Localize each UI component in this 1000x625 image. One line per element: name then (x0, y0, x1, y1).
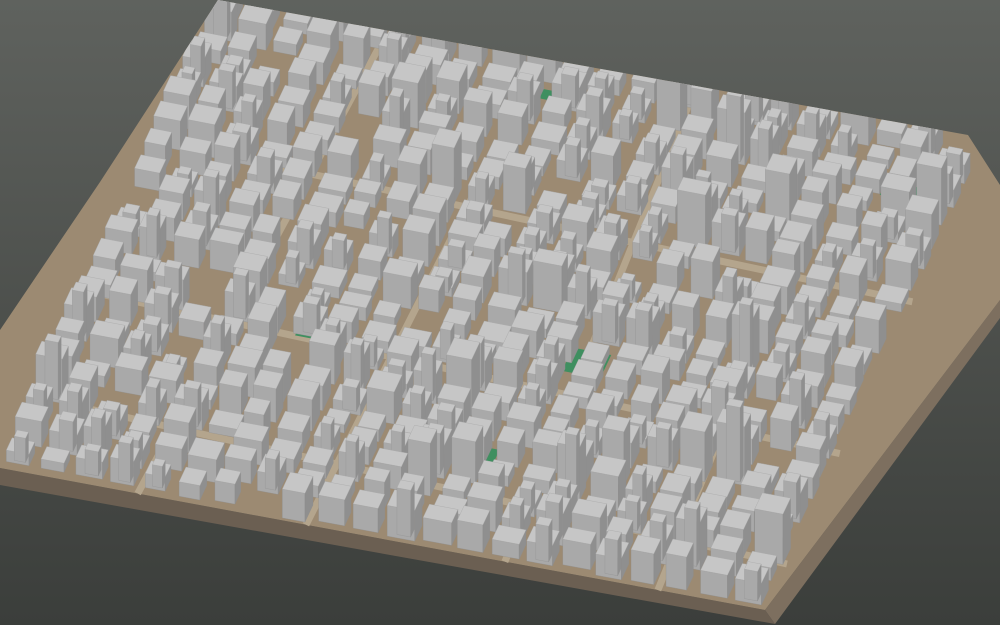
building (625, 174, 642, 212)
building (343, 198, 371, 230)
building (114, 351, 149, 396)
building (345, 433, 360, 479)
building (285, 249, 300, 285)
building (214, 467, 242, 505)
building (396, 479, 415, 538)
building (700, 555, 735, 599)
building (264, 448, 280, 491)
building (273, 26, 304, 56)
building (457, 505, 491, 553)
building (58, 410, 78, 452)
building (721, 206, 739, 253)
building (535, 516, 553, 563)
building (422, 503, 459, 546)
building (109, 275, 139, 326)
building (562, 526, 597, 571)
building (320, 415, 335, 452)
building (40, 446, 71, 473)
building (665, 538, 694, 591)
building (604, 529, 622, 576)
building (447, 238, 466, 269)
building (655, 421, 672, 468)
building (174, 221, 206, 269)
building (282, 471, 314, 523)
building (885, 243, 919, 291)
building (769, 401, 799, 452)
building (475, 170, 490, 205)
building (331, 232, 348, 270)
building (13, 429, 29, 463)
building (725, 398, 744, 483)
building (619, 108, 633, 141)
building (152, 458, 166, 489)
building (218, 369, 249, 415)
building (418, 274, 445, 313)
building (146, 207, 161, 258)
city-model-scene (0, 0, 1000, 625)
building (358, 68, 386, 118)
building (745, 210, 775, 265)
building (630, 534, 662, 585)
building (564, 136, 581, 179)
building (502, 151, 532, 215)
building (744, 561, 762, 602)
building (342, 377, 361, 412)
building (854, 300, 887, 354)
building (302, 294, 321, 335)
building (382, 257, 418, 310)
building (639, 224, 653, 259)
building (318, 481, 352, 527)
building (739, 296, 754, 370)
building (84, 442, 102, 477)
building (601, 297, 619, 344)
building (755, 360, 784, 402)
building (677, 176, 712, 249)
building (342, 20, 371, 70)
building (507, 245, 526, 303)
building (233, 267, 249, 320)
building (296, 219, 314, 266)
building (497, 98, 529, 146)
building (352, 489, 386, 533)
building (635, 301, 653, 353)
building (491, 524, 527, 560)
building (118, 434, 134, 483)
building (145, 377, 161, 422)
building (213, 0, 231, 39)
